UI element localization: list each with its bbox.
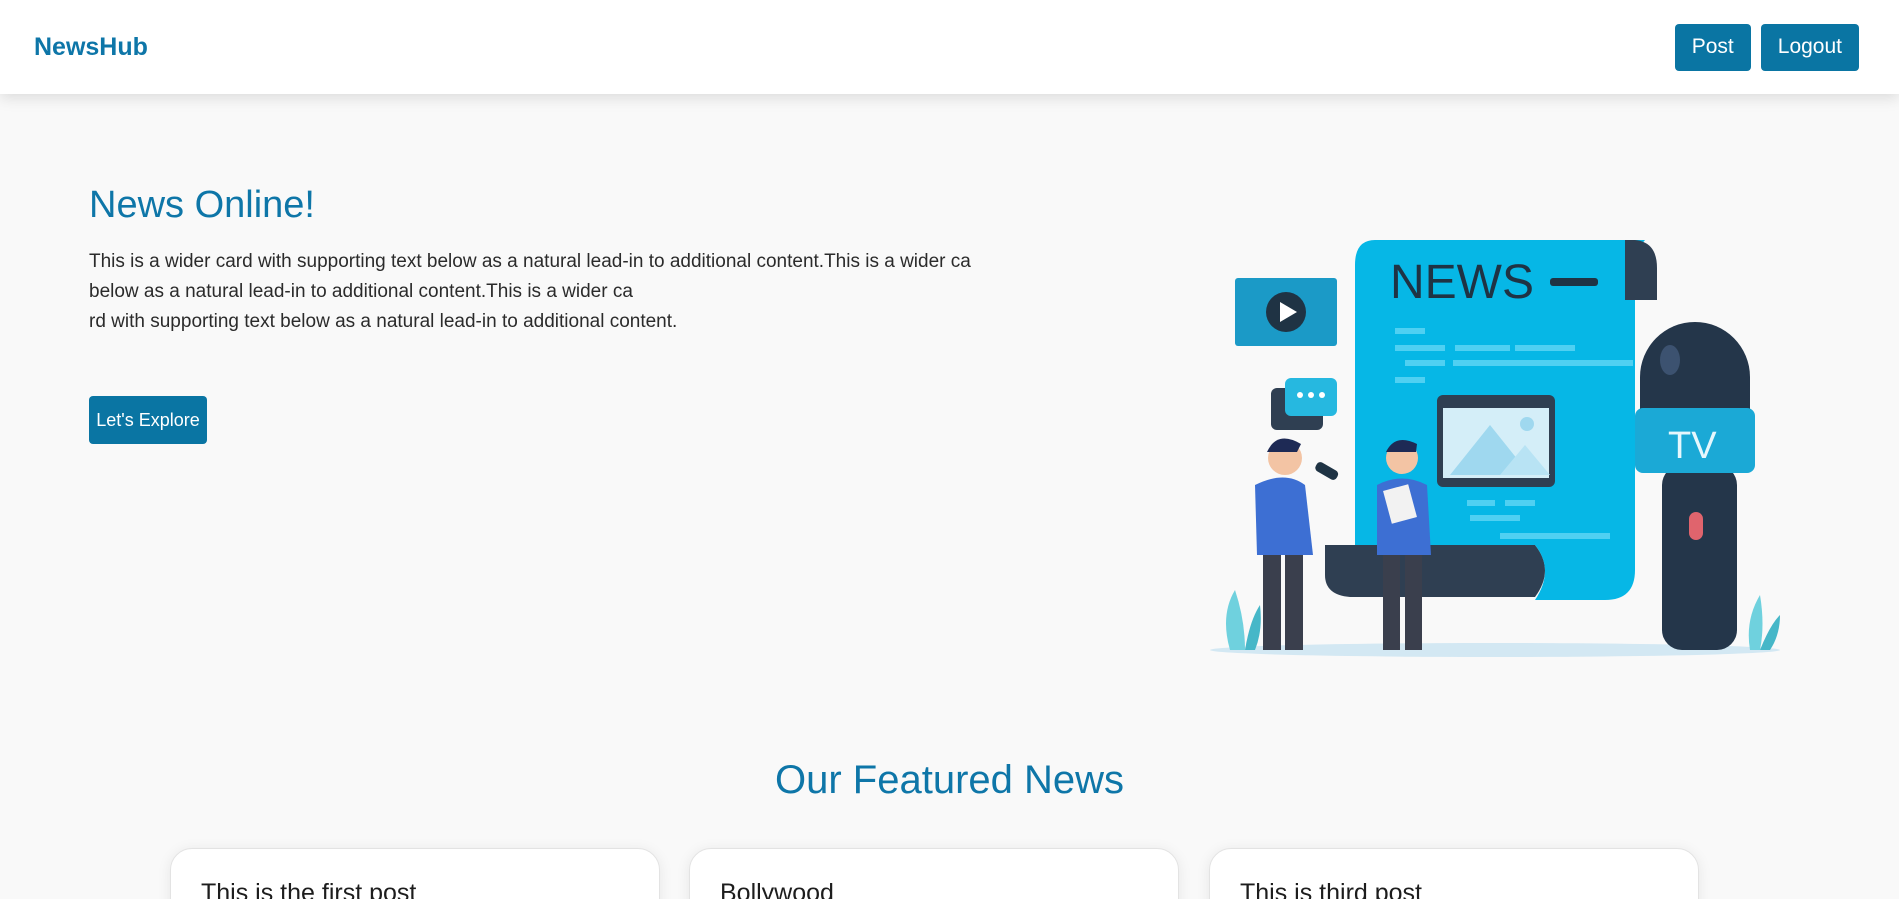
post-button[interactable]: Post (1674, 23, 1751, 71)
tv-label: TV (1668, 425, 1717, 467)
hero-text: This is a wider card with supporting tex… (89, 247, 1049, 337)
brand-logo[interactable]: NewsHub (34, 33, 148, 62)
news-label: NEWS (1390, 256, 1534, 309)
hero-text-line: below as a natural lead-in to additional… (89, 281, 633, 302)
card-title: This is third post (1240, 879, 1423, 899)
card-title: This is the first post (201, 879, 417, 899)
explore-button[interactable]: Let's Explore (89, 396, 207, 444)
news-card[interactable]: Bollywood (689, 848, 1179, 899)
hero-title: News Online! (89, 184, 315, 226)
navbar: NewsHub Post Logout (0, 0, 1899, 94)
news-card[interactable]: This is the first post (170, 848, 660, 899)
card-title: Bollywood (720, 879, 834, 899)
hero-text-line: This is a wider card with supporting tex… (89, 251, 971, 272)
featured-title: Our Featured News (774, 758, 1125, 802)
nav-actions: Post Logout (1674, 23, 1859, 71)
logout-button[interactable]: Logout (1760, 23, 1859, 71)
hero-text-line: rd with supporting text below as a natur… (89, 311, 678, 332)
news-card[interactable]: This is third post (1209, 848, 1699, 899)
news-illustration: NEWS TV (1210, 240, 1780, 657)
